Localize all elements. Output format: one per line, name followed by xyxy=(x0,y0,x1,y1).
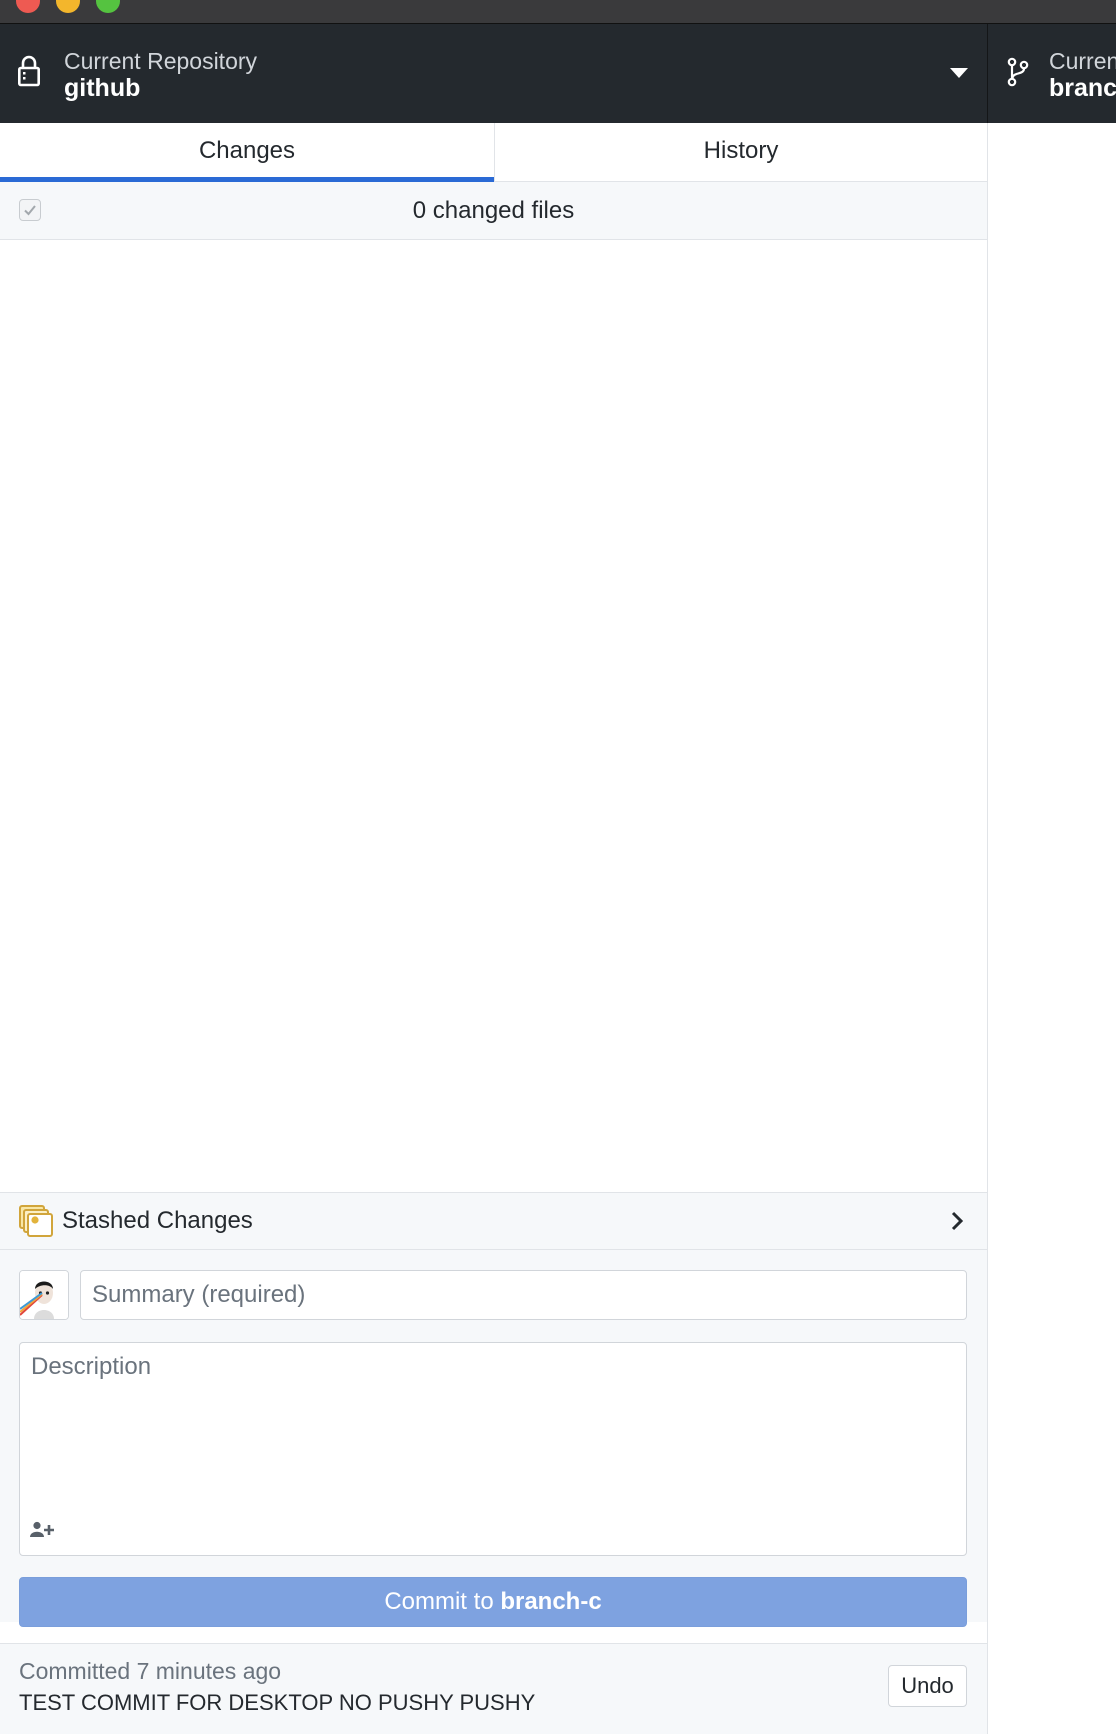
current-branch-button[interactable]: Current Branch branch-c xyxy=(989,24,1116,123)
changes-list-header: 0 changed files xyxy=(0,182,987,240)
branch-name: branch-c xyxy=(1049,74,1116,102)
tab-bar: Changes History xyxy=(0,123,987,182)
commit-button-branch: branch-c xyxy=(500,1588,602,1615)
window-minimize-button[interactable] xyxy=(56,0,80,13)
commit-button-prefix: Commit to xyxy=(384,1588,501,1615)
window-maximize-button[interactable] xyxy=(96,0,120,13)
undo-commit-panel: Committed 7 minutes ago TEST COMMIT FOR … xyxy=(0,1643,987,1734)
commit-description-input[interactable] xyxy=(20,1343,966,1513)
app-toolbar: Current Repository github Current Branch… xyxy=(0,24,1116,123)
checkmark-icon xyxy=(24,205,36,216)
tab-history[interactable]: History xyxy=(494,123,987,182)
current-repository-button[interactable]: Current Repository github xyxy=(0,24,988,123)
person-add-icon[interactable] xyxy=(30,1521,56,1537)
commit-message-form: Commit to branch-c xyxy=(0,1250,987,1627)
last-commit-message: TEST COMMIT FOR DESKTOP NO PUSHY PUSHY xyxy=(19,1690,536,1715)
repository-label: Current Repository xyxy=(64,48,258,74)
window-titlebar xyxy=(0,0,1116,24)
window-close-button[interactable] xyxy=(16,0,40,13)
lock-icon xyxy=(18,55,40,87)
stash-icon xyxy=(19,1205,53,1237)
commit-description-box xyxy=(19,1342,967,1556)
changes-sidebar: Changes History 0 changed files Stashed … xyxy=(0,123,988,1734)
undo-button[interactable]: Undo xyxy=(888,1665,967,1707)
commit-button[interactable]: Commit to branch-c xyxy=(19,1577,967,1627)
repository-name: github xyxy=(64,74,141,102)
stashed-changes-label: Stashed Changes xyxy=(62,1207,253,1234)
triangle-down-icon xyxy=(950,68,968,78)
commit-summary-input[interactable] xyxy=(80,1270,967,1320)
changed-files-list xyxy=(0,240,987,1192)
tab-changes[interactable]: Changes xyxy=(0,123,494,182)
stashed-changes-button[interactable]: Stashed Changes xyxy=(0,1192,987,1250)
branch-label: Current Branch xyxy=(1049,48,1116,74)
chevron-right-icon xyxy=(951,1211,964,1231)
select-all-checkbox[interactable] xyxy=(19,199,41,221)
changed-files-count: 0 changed files xyxy=(412,197,575,224)
avatar xyxy=(19,1270,69,1320)
git-branch-icon xyxy=(1007,57,1029,87)
user-avatar-image xyxy=(20,1271,68,1319)
last-commit-time: Committed 7 minutes ago xyxy=(19,1658,282,1684)
